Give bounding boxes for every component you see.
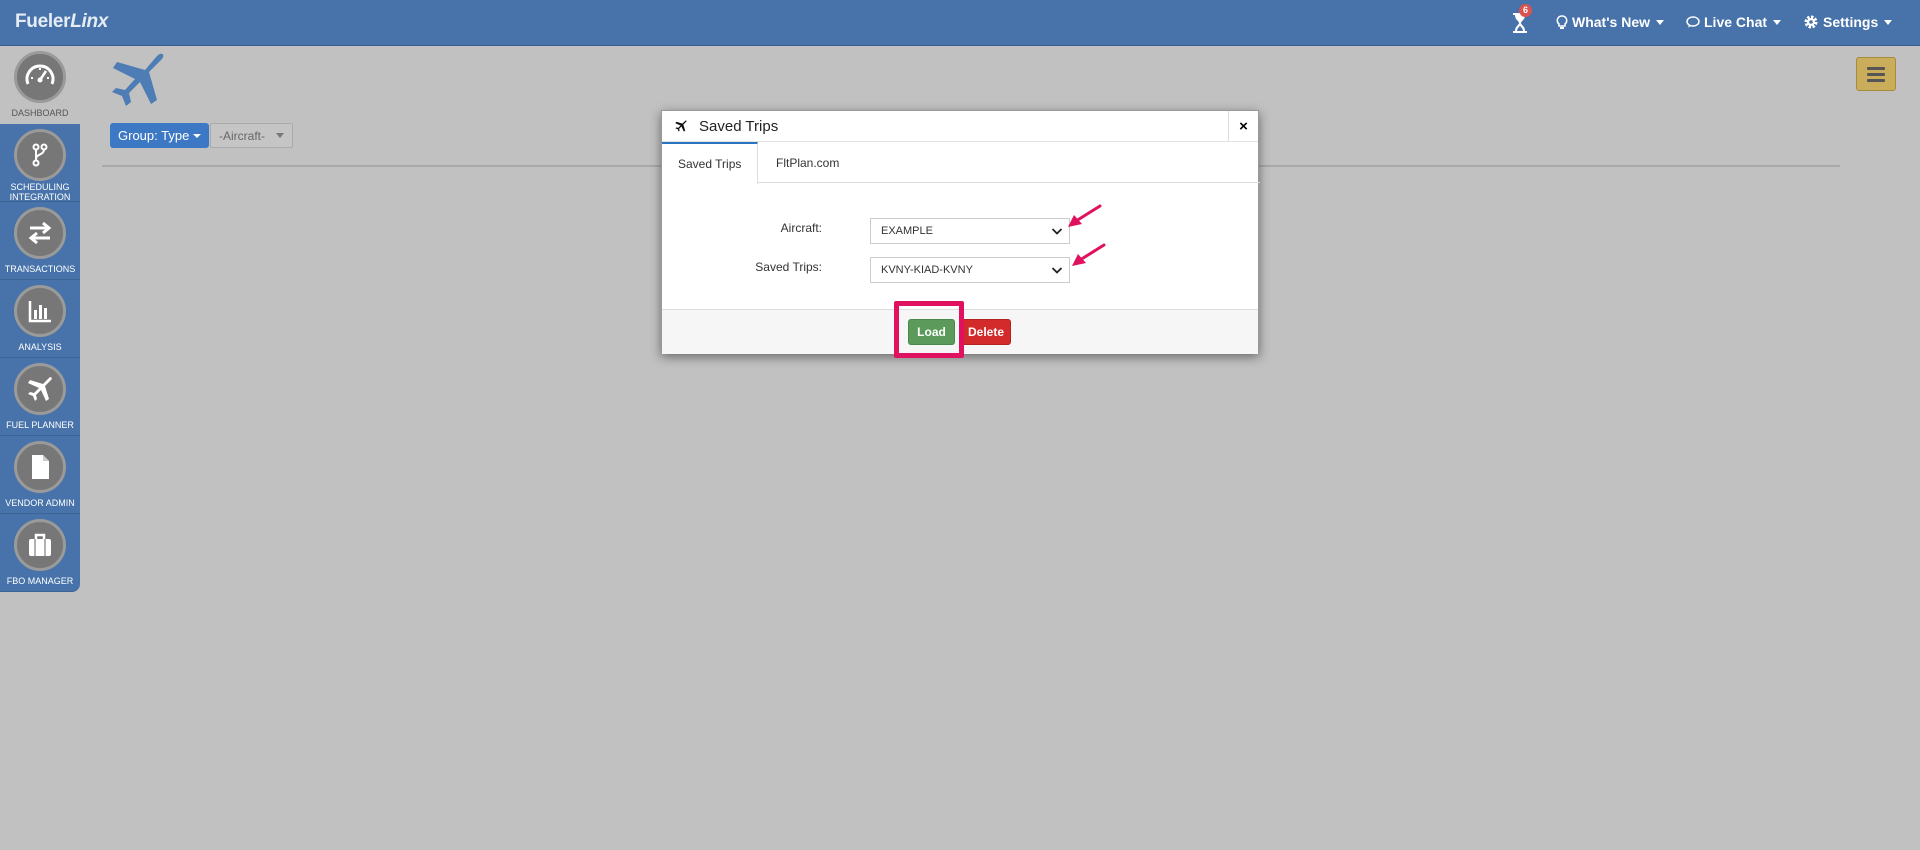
- settings-label: Settings: [1823, 14, 1879, 30]
- whats-new-label: What's New: [1572, 14, 1651, 30]
- sidebar-item-fbo-manager[interactable]: FBO MANAGER: [0, 514, 80, 592]
- settings-menu[interactable]: Settings: [1803, 14, 1893, 30]
- tab-saved-trips[interactable]: Saved Trips: [662, 142, 759, 184]
- modal-title: Saved Trips: [699, 118, 779, 135]
- hamburger-menu-button[interactable]: [1856, 57, 1896, 91]
- menu-bar: [1867, 66, 1885, 70]
- aircraft-filter-select[interactable]: -Aircraft-: [210, 123, 293, 148]
- gauge-icon: [14, 51, 66, 103]
- load-button[interactable]: Load: [908, 319, 955, 345]
- sidebar-item-label: FUEL PLANNER: [6, 420, 74, 430]
- modal-footer: Load Delete: [662, 309, 1258, 354]
- close-button[interactable]: ×: [1228, 111, 1258, 141]
- notification-badge: 6: [1519, 4, 1532, 17]
- saved-trips-modal: Saved Trips × Saved Trips FltPlan.com Ai…: [661, 110, 1260, 354]
- sidebar-item-label: TRANSACTIONS: [4, 264, 76, 274]
- group-type-button[interactable]: Group: Type: [110, 123, 210, 148]
- chat-bubble-icon: [1686, 16, 1700, 28]
- chevron-down-icon: [1884, 19, 1893, 25]
- sidebar-item-vendor-admin[interactable]: VENDOR ADMIN: [0, 436, 80, 514]
- sidebar-item-scheduling-integration[interactable]: SCHEDULING INTEGRATION: [0, 124, 80, 202]
- plane-icon: [14, 363, 66, 415]
- menu-bar: [1867, 78, 1885, 82]
- sidebar-item-label: SCHEDULING INTEGRATION: [9, 182, 71, 202]
- sidebar-item-fuel-planner[interactable]: FUEL PLANNER: [0, 358, 80, 436]
- sidebar-item-label: FBO MANAGER: [6, 576, 74, 586]
- menu-bar: [1867, 72, 1885, 76]
- chevron-down-icon: [1051, 228, 1063, 235]
- chevron-down-icon: [276, 133, 284, 138]
- aircraft-select-value: EXAMPLE: [881, 225, 933, 237]
- aircraft-select[interactable]: EXAMPLE: [870, 218, 1070, 244]
- sidebar-item-transactions[interactable]: TRANSACTIONS: [0, 202, 80, 280]
- chevron-down-icon: [1773, 19, 1782, 25]
- briefcase-icon: [14, 519, 66, 571]
- chevron-down-icon: [193, 133, 202, 138]
- modal-tabs: Saved Trips FltPlan.com: [662, 142, 1260, 184]
- live-chat-label: Live Chat: [1704, 14, 1768, 30]
- aircraft-label: Aircraft:: [780, 221, 822, 235]
- delete-button[interactable]: Delete: [961, 319, 1011, 345]
- plane-icon: [675, 120, 687, 132]
- saved-trips-label: Saved Trips:: [755, 260, 822, 274]
- whats-new-menu[interactable]: What's New: [1556, 14, 1665, 30]
- modal-header: Saved Trips ×: [662, 111, 1258, 142]
- swap-arrows-icon: [14, 207, 66, 259]
- logo-secondary: Linx: [70, 11, 109, 32]
- logo-primary: Fueler: [15, 11, 71, 32]
- chevron-down-icon: [1656, 19, 1665, 25]
- sidebar-item-label: DASHBOARD: [11, 108, 69, 118]
- app-logo[interactable]: FuelerLinx: [15, 11, 108, 33]
- saved-trips-select-value: KVNY-KIAD-KVNY: [881, 264, 973, 276]
- gear-icon: [1804, 15, 1818, 29]
- fuel-planner-plane-icon: [112, 53, 164, 106]
- lightbulb-icon: [1556, 14, 1568, 29]
- branch-icon: [14, 129, 66, 181]
- tab-fltplan[interactable]: FltPlan.com: [760, 142, 855, 183]
- sidebar-item-label: ANALYSIS: [18, 342, 62, 352]
- sidebar-item-dashboard[interactable]: DASHBOARD: [0, 46, 80, 124]
- chevron-down-icon: [1051, 267, 1063, 274]
- sidebar-item-label: VENDOR ADMIN: [5, 498, 75, 508]
- top-navbar: FuelerLinx 6 What's New Live Chat Settin…: [0, 0, 1920, 46]
- live-chat-menu[interactable]: Live Chat: [1686, 14, 1782, 30]
- sidebar-item-analysis[interactable]: ANALYSIS: [0, 280, 80, 358]
- bar-chart-icon: [14, 285, 66, 337]
- aircraft-filter-label: -Aircraft-: [219, 129, 265, 143]
- sidebar: DASHBOARD SCHEDULING INTEGRATION TRANSAC…: [0, 46, 80, 592]
- document-icon: [14, 441, 66, 493]
- group-type-label: Group: Type: [118, 128, 190, 143]
- saved-trips-select[interactable]: KVNY-KIAD-KVNY: [870, 257, 1070, 283]
